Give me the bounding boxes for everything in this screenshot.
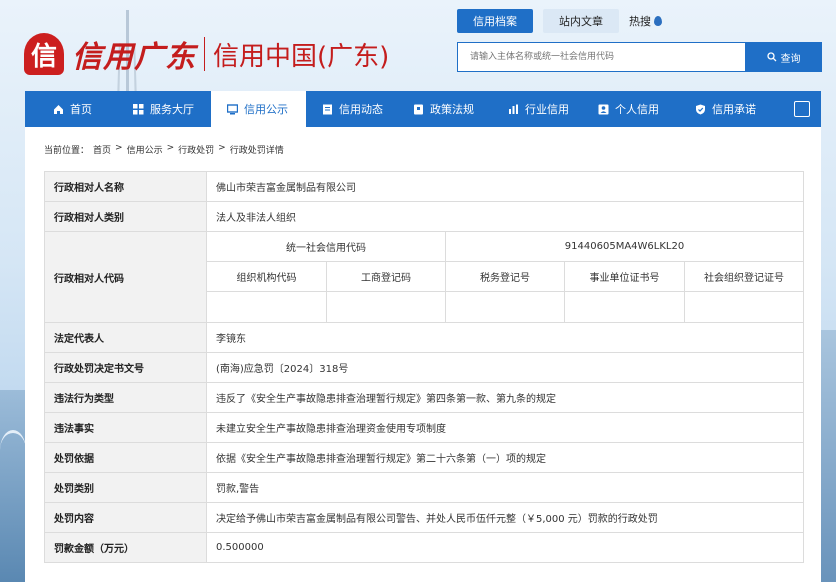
logo-divider bbox=[204, 37, 205, 71]
table-row: 处罚内容 决定给予佛山市荣吉富金属制品有限公司警告、并处人民币伍仟元整（￥5,0… bbox=[44, 502, 805, 533]
field-label: 行政相对人代码 bbox=[44, 231, 207, 323]
field-label: 处罚依据 bbox=[44, 442, 207, 473]
table-row: 行政相对人名称 佛山市荣吉富金属制品有限公司 bbox=[44, 171, 805, 202]
nav-label: 信用公示 bbox=[244, 103, 288, 116]
nav-label: 政策法规 bbox=[430, 103, 474, 116]
breadcrumb-separator: > bbox=[166, 143, 175, 153]
table-row: 处罚依据 依据《安全生产事故隐患排查治理暂行规定》第二十六条第（一）项的规定 bbox=[44, 442, 805, 473]
document-icon bbox=[322, 104, 333, 115]
code-sub-header: 事业单位证书号 bbox=[564, 261, 685, 292]
flame-icon bbox=[654, 16, 662, 26]
field-value: 佛山市荣吉富金属制品有限公司 bbox=[205, 171, 805, 202]
top-tabs: 信用档案 站内文章 热搜 bbox=[457, 9, 662, 33]
breadcrumb-separator: > bbox=[218, 143, 226, 153]
nav-item-credit-news[interactable]: 信用动态 bbox=[306, 91, 399, 127]
breadcrumb-separator: > bbox=[115, 143, 123, 153]
breadcrumb-current: 行政处罚详情 bbox=[229, 146, 284, 156]
nav-item-service-hall[interactable]: 服务大厅 bbox=[107, 91, 211, 127]
breadcrumb-credit-publicity[interactable]: 信用公示 bbox=[127, 143, 163, 156]
usc-code-value: 91440605MA4W6LKL20 bbox=[444, 231, 805, 262]
field-value: 法人及非法人组织 bbox=[205, 201, 805, 232]
field-value: 违反了《安全生产事故隐患排查治理暂行规定》第四条第一款、第九条的规定 bbox=[205, 382, 805, 413]
nav-label: 信用动态 bbox=[339, 103, 383, 116]
search-input[interactable] bbox=[457, 42, 745, 72]
background-city-left bbox=[0, 390, 26, 582]
nav-item-home[interactable]: 首页 bbox=[25, 91, 107, 127]
breadcrumb: 当前位置： 首页 > 信用公示 > 行政处罚 > 行政处罚详情 bbox=[44, 143, 284, 156]
logo-mark-icon: 信 bbox=[24, 33, 64, 75]
field-label: 行政处罚决定书文号 bbox=[44, 352, 207, 383]
site-logo[interactable]: 信 信用广东 信用中国(广东) bbox=[24, 32, 389, 76]
nav-label: 个人信用 bbox=[615, 103, 659, 116]
search-icon bbox=[766, 52, 776, 62]
nav-label: 行业信用 bbox=[525, 103, 569, 116]
hot-search-link[interactable]: 热搜 bbox=[629, 13, 662, 29]
field-label: 罚款金额（万元） bbox=[44, 532, 207, 563]
nav-item-policies[interactable]: 政策法规 bbox=[399, 91, 490, 127]
field-value: 依据《安全生产事故隐患排查治理暂行规定》第二十六条第（一）项的规定 bbox=[205, 442, 805, 473]
nav-item-industry-credit[interactable]: 行业信用 bbox=[490, 91, 584, 127]
monitor-icon bbox=[227, 103, 238, 115]
field-label: 处罚内容 bbox=[44, 502, 207, 533]
book-icon bbox=[413, 104, 424, 115]
person-icon bbox=[598, 104, 609, 115]
code-sub-value bbox=[326, 291, 446, 323]
nav-label: 信用承诺 bbox=[712, 103, 756, 116]
table-row: 行政处罚决定书文号 (南海)应急罚〔2024〕318号 bbox=[44, 352, 805, 383]
field-label: 违法行为类型 bbox=[44, 382, 207, 413]
code-sub-value bbox=[206, 291, 327, 323]
search-button-label: 查询 bbox=[780, 53, 801, 65]
table-row: 处罚类别 罚款,警告 bbox=[44, 472, 805, 503]
field-label: 法定代表人 bbox=[44, 322, 207, 353]
field-label: 处罚类别 bbox=[44, 472, 207, 503]
code-sub-header: 工商登记码 bbox=[326, 261, 446, 292]
table-row: 行政相对人代码 统一社会信用代码 91440605MA4W6LKL20 bbox=[44, 231, 805, 323]
nav-label: 服务大厅 bbox=[150, 103, 194, 116]
field-value: 0.500000 bbox=[205, 532, 805, 563]
table-row: 违法行为类型 违反了《安全生产事故隐患排查治理暂行规定》第四条第一款、第九条的规… bbox=[44, 382, 805, 413]
nav-item-personal-credit[interactable]: 个人信用 bbox=[584, 91, 680, 127]
code-sub-value bbox=[564, 291, 685, 323]
code-sub-header: 社会组织登记证号 bbox=[683, 261, 805, 292]
nav-item-credit-publicity[interactable]: 信用公示 bbox=[211, 91, 306, 127]
breadcrumb-prefix: 当前位置： bbox=[44, 146, 90, 156]
table-row: 行政相对人类别 法人及非法人组织 bbox=[44, 201, 805, 232]
field-value: 罚款,警告 bbox=[205, 472, 805, 503]
code-sub-value bbox=[445, 291, 565, 323]
breadcrumb-admin-penalty[interactable]: 行政处罚 bbox=[178, 143, 214, 156]
fullscreen-icon[interactable] bbox=[794, 101, 810, 117]
usc-code-header: 统一社会信用代码 bbox=[206, 231, 446, 262]
code-sub-header: 组织机构代码 bbox=[206, 261, 327, 292]
shield-icon bbox=[695, 104, 706, 115]
chart-icon bbox=[508, 104, 519, 115]
search-button[interactable]: 查询 bbox=[745, 42, 822, 72]
site-name: 信用中国(广东) bbox=[213, 41, 390, 72]
grid-icon bbox=[133, 103, 144, 115]
table-row: 法定代表人 李镜东 bbox=[44, 322, 805, 353]
tab-site-articles[interactable]: 站内文章 bbox=[543, 9, 619, 33]
field-value: 李镜东 bbox=[205, 322, 805, 353]
field-value: 决定给予佛山市荣吉富金属制品有限公司警告、并处人民币伍仟元整（￥5,000 元）… bbox=[205, 502, 805, 533]
background-bridge bbox=[0, 430, 26, 470]
home-icon bbox=[53, 104, 64, 115]
field-value: 未建立安全生产事故隐患排查治理资金使用专项制度 bbox=[205, 412, 805, 443]
table-row: 罚款金额（万元） 0.500000 bbox=[44, 532, 805, 563]
code-sub-header: 税务登记号 bbox=[445, 261, 565, 292]
tab-credit-archive[interactable]: 信用档案 bbox=[457, 9, 533, 33]
search-bar: 查询 bbox=[457, 42, 822, 72]
penalty-detail-table: 行政相对人名称 佛山市荣吉富金属制品有限公司 行政相对人类别 法人及非法人组织 … bbox=[44, 171, 805, 563]
main-nav: 首页 服务大厅 信用公示 信用动态 政策法规 行业信用 个人信用 信用承诺 bbox=[25, 91, 821, 127]
breadcrumb-home[interactable]: 首页 bbox=[93, 143, 111, 156]
field-label: 违法事实 bbox=[44, 412, 207, 443]
field-label: 行政相对人名称 bbox=[44, 171, 207, 202]
code-sub-value bbox=[683, 291, 805, 323]
table-row: 违法事实 未建立安全生产事故隐患排查治理资金使用专项制度 bbox=[44, 412, 805, 443]
hot-search-label: 热搜 bbox=[629, 15, 651, 28]
field-value: (南海)应急罚〔2024〕318号 bbox=[205, 352, 805, 383]
nav-item-credit-commitment[interactable]: 信用承诺 bbox=[680, 91, 774, 127]
logo-calligraphy: 信用广东 bbox=[72, 40, 196, 75]
nav-label: 首页 bbox=[70, 103, 92, 116]
field-label: 行政相对人类别 bbox=[44, 201, 207, 232]
